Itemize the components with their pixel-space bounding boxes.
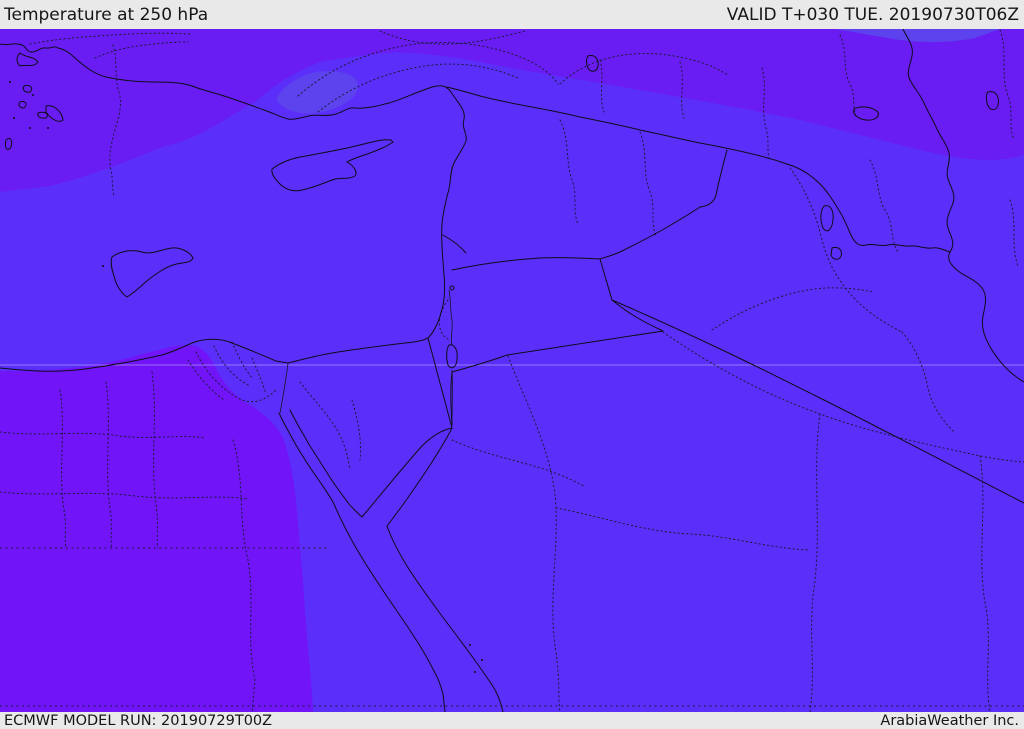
footer-bar: ECMWF MODEL RUN: 20190729T00Z ArabiaWeat…	[0, 712, 1024, 729]
temperature-map-svg	[0, 29, 1024, 712]
map-canvas	[0, 29, 1024, 712]
model-run-label: ECMWF MODEL RUN: 20190729T00Z	[4, 712, 273, 729]
valid-time-label: VALID T+030 TUE. 20190730T06Z	[726, 4, 1019, 25]
brand-label: ArabiaWeather Inc.	[880, 712, 1019, 729]
map-title: Temperature at 250 hPa	[4, 4, 209, 25]
header-bar: Temperature at 250 hPa VALID T+030 TUE. …	[0, 0, 1024, 29]
weather-map-page: { "header": { "title": "Temperature at 2…	[0, 0, 1024, 729]
